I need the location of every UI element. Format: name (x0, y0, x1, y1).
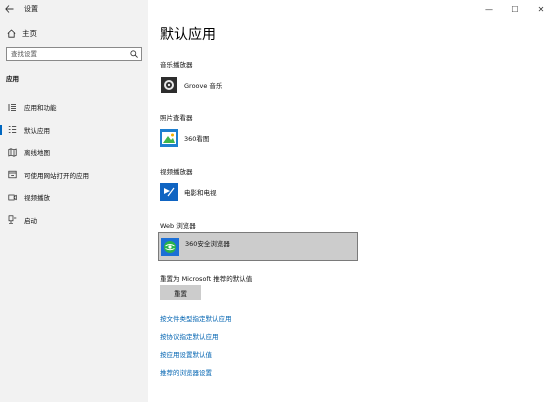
main-content: — ☐ ✕ 默认应用 音乐播放器 Groove 音乐 照片查看器 360看图 视… (148, 0, 554, 402)
startup-icon (8, 215, 17, 224)
app-name: 360安全浏览器 (185, 240, 230, 248)
app-name: 360看图 (184, 135, 210, 143)
sidebar-item-label: 离线地图 (24, 149, 50, 158)
sidebar-item-offline-maps[interactable]: 离线地图 (0, 141, 148, 164)
sidebar-item-label: 默认应用 (24, 126, 50, 135)
default-app-music[interactable]: Groove 音乐 (160, 75, 358, 95)
sidebar-item-apps-features[interactable]: 应用和功能 (0, 96, 148, 119)
app-name: 电影和电视 (184, 189, 217, 197)
photo-viewer-icon (160, 129, 178, 147)
offline-maps-icon (8, 148, 17, 157)
sidebar-item-video-playback[interactable]: 视频播放 (0, 186, 148, 209)
sidebar-item-label: 视频播放 (24, 194, 50, 203)
close-icon[interactable]: ✕ (528, 0, 554, 18)
title-bar: 设置 (0, 0, 148, 18)
category-label-music: 音乐播放器 (160, 61, 193, 69)
sidebar-item-home[interactable]: 主页 (6, 28, 37, 39)
minimize-icon[interactable]: — (476, 0, 502, 18)
groove-music-icon (160, 76, 178, 94)
search-input[interactable] (7, 49, 123, 59)
home-label: 主页 (22, 29, 37, 38)
section-label-apps: 应用 (6, 75, 19, 83)
video-playback-icon (8, 193, 17, 202)
sidebar-item-startup[interactable]: 启动 (0, 209, 148, 232)
sidebar-item-label: 应用和功能 (24, 104, 57, 113)
link-by-app[interactable]: 按应用设置默认值 (160, 349, 212, 359)
settings-window: 设置 主页 应用 应用和功能 (0, 0, 554, 402)
reset-label: 重置为 Microsoft 推荐的默认值 (160, 275, 253, 283)
home-icon (6, 29, 16, 39)
sidebar: 设置 主页 应用 应用和功能 (0, 0, 148, 402)
search-box[interactable] (6, 47, 142, 61)
sidebar-nav: 应用和功能 默认应用 离线地图 可使用网站打开的应用 视频播放 启动 (0, 96, 148, 231)
reset-button[interactable]: 重置 (160, 285, 201, 300)
default-apps-icon (8, 125, 17, 134)
window-controls: — ☐ ✕ (476, 0, 554, 18)
sidebar-item-label: 启动 (24, 216, 37, 225)
link-browser-settings[interactable]: 推荐的浏览器设置 (160, 367, 212, 377)
link-by-file-type[interactable]: 按文件类型指定默认应用 (160, 313, 232, 323)
category-label-browser: Web 浏览器 (160, 222, 196, 230)
sidebar-item-label: 可使用网站打开的应用 (24, 171, 89, 180)
default-app-photos[interactable]: 360看图 (160, 128, 358, 148)
category-label-video: 视频播放器 (160, 168, 193, 176)
back-arrow-icon[interactable] (0, 0, 18, 18)
search-icon[interactable] (127, 48, 141, 60)
movies-tv-icon (160, 183, 178, 201)
category-label-photos: 照片查看器 (160, 114, 193, 122)
default-app-browser[interactable]: 360安全浏览器 (158, 232, 358, 261)
app-name: Groove 音乐 (184, 82, 223, 90)
browser-360-icon (161, 238, 179, 256)
sidebar-item-default-apps[interactable]: 默认应用 (0, 119, 148, 142)
apps-for-websites-icon (8, 170, 17, 179)
maximize-icon[interactable]: ☐ (502, 0, 528, 18)
link-by-protocol[interactable]: 按协议指定默认应用 (160, 331, 219, 341)
default-app-video[interactable]: 电影和电视 (160, 182, 358, 202)
window-title: 设置 (24, 5, 38, 13)
sidebar-item-apps-for-websites[interactable]: 可使用网站打开的应用 (0, 164, 148, 187)
page-title: 默认应用 (160, 27, 216, 43)
apps-features-icon (8, 103, 17, 112)
